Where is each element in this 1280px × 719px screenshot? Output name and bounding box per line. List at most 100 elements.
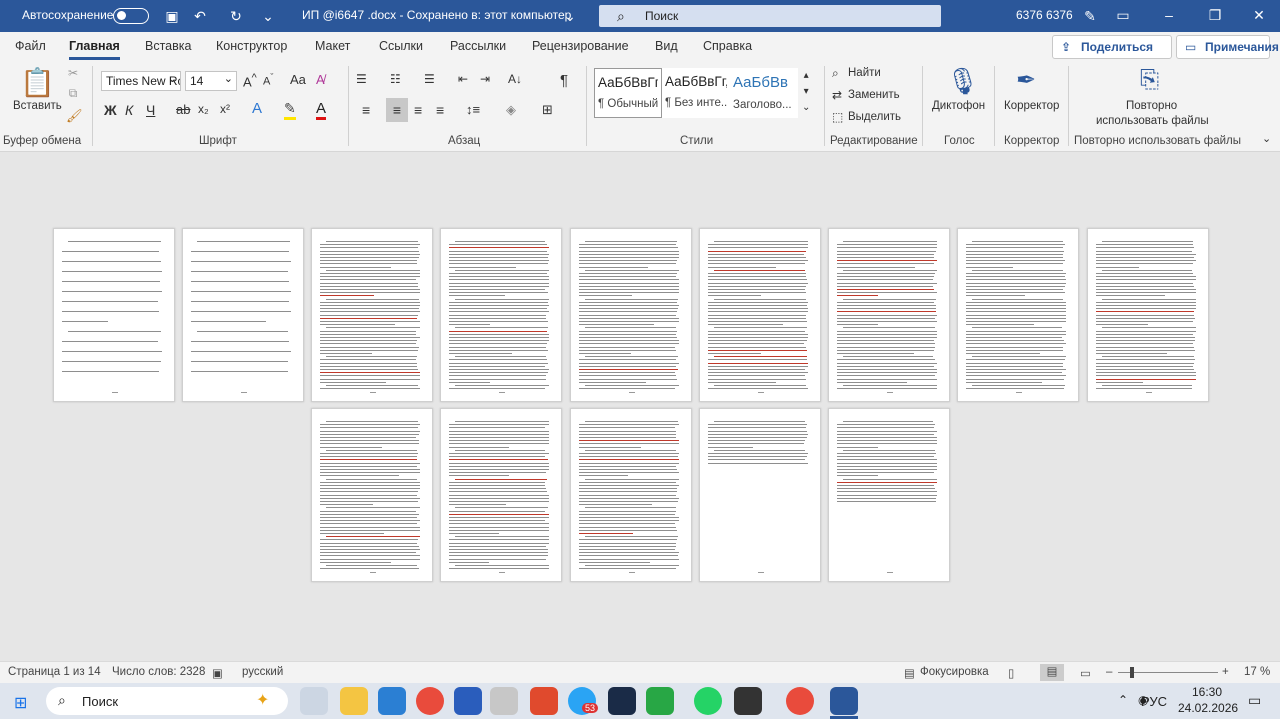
document-page[interactable] [182, 228, 304, 402]
cut-icon[interactable]: ✂ [66, 66, 80, 80]
tray-chevron-icon[interactable]: ⌃ [1118, 693, 1128, 707]
pen-icon[interactable]: ✎ [1080, 6, 1100, 26]
style-heading[interactable]: АаБбВв Заголово... [730, 68, 798, 118]
search-box[interactable]: ⌕ Поиск [599, 5, 941, 27]
microphone-icon[interactable]: 🎙 [946, 66, 979, 97]
undo-icon[interactable]: ↶ [190, 6, 210, 26]
document-page[interactable] [440, 228, 562, 402]
document-page[interactable] [957, 228, 1079, 402]
redo-icon[interactable]: ↻ [226, 6, 246, 26]
document-page[interactable] [828, 228, 950, 402]
close-button[interactable]: ✕ [1236, 0, 1280, 32]
language-indicator[interactable]: РУС [1141, 694, 1167, 709]
editor-label[interactable]: Корректор [1004, 100, 1059, 112]
replace-label[interactable]: Заменить [848, 89, 900, 101]
share-button[interactable]: ⇪ Поделиться [1052, 35, 1172, 59]
document-page[interactable] [570, 228, 692, 402]
copy-icon[interactable]: ⧉ [66, 86, 80, 101]
superscript-icon[interactable]: x² [220, 102, 230, 116]
tab-design[interactable]: Конструктор [216, 39, 287, 53]
editor-icon[interactable]: ✒ [1016, 66, 1036, 95]
print-layout-icon[interactable]: ▤ [1040, 664, 1064, 681]
select-icon[interactable]: ⬚ [832, 110, 843, 124]
find-icon[interactable]: ⌕ [832, 66, 839, 81]
word-icon[interactable] [830, 687, 858, 715]
bullets-icon[interactable]: ☰ [356, 72, 367, 86]
chrome-icon[interactable] [786, 687, 814, 715]
multilevel-list-icon[interactable]: ☰ [424, 72, 435, 86]
tab-home[interactable]: Главная [69, 39, 120, 60]
document-page[interactable] [699, 228, 821, 402]
style-normal[interactable]: АаБбВвГг, ¶ Обычный [594, 68, 662, 118]
read-mode-icon[interactable]: ▯ [1008, 666, 1014, 680]
taskbar-search[interactable]: ⌕ Поиск ✦ [46, 687, 288, 715]
whatsapp-icon[interactable] [694, 687, 722, 715]
zoom-level[interactable]: 17 % [1244, 666, 1270, 678]
zoom-slider-thumb[interactable] [1130, 667, 1134, 678]
paste-label[interactable]: Вставить [13, 100, 62, 112]
page-count[interactable]: Страница 1 из 14 [8, 666, 101, 678]
change-case-icon[interactable]: Aa [290, 72, 306, 87]
tab-file[interactable]: Файл [15, 39, 46, 53]
tab-view[interactable]: Вид [655, 39, 678, 53]
format-painter-icon[interactable]: 🖌 [66, 108, 83, 124]
tab-mailings[interactable]: Рассылки [450, 39, 506, 53]
collapse-ribbon-icon[interactable]: ⌄ [1262, 132, 1271, 145]
document-page[interactable] [570, 408, 692, 582]
zoom-in-icon[interactable]: + [1222, 666, 1229, 678]
replace-icon[interactable]: ⇄ [832, 88, 842, 102]
ribbon-display-icon[interactable]: ▭ [1100, 0, 1146, 32]
tab-help[interactable]: Справка [703, 39, 752, 53]
document-page[interactable] [311, 408, 433, 582]
user-name[interactable]: 6376 6376 [1016, 8, 1073, 22]
grow-font-icon[interactable]: A^ [243, 72, 257, 89]
numbering-icon[interactable]: ☷ [390, 72, 401, 86]
document-area[interactable] [0, 152, 1280, 661]
document-page[interactable] [311, 228, 433, 402]
comments-button[interactable]: ▭ Примечания [1176, 35, 1279, 59]
increase-indent-icon[interactable]: ⇥ [480, 72, 490, 86]
tab-layout[interactable]: Макет [315, 39, 350, 53]
clock-date[interactable]: 24.02.2026 [1178, 701, 1238, 715]
font-name-dropdown[interactable]: Times New Rc [101, 71, 181, 91]
sort-icon[interactable]: A↓ [508, 72, 522, 86]
select-label[interactable]: Выделить [848, 111, 901, 123]
focus-icon[interactable]: ▤ [904, 666, 915, 680]
focus-label[interactable]: Фокусировка [920, 666, 989, 678]
task-view-icon[interactable] [300, 687, 328, 715]
shading-icon[interactable]: ◈ [506, 102, 516, 118]
font-size-dropdown[interactable]: 14 [185, 71, 237, 91]
align-left-icon[interactable]: ≡ [362, 102, 370, 118]
zoom-out-icon[interactable]: – [1106, 666, 1112, 678]
yandex-icon[interactable] [530, 687, 558, 715]
autosave-toggle[interactable] [113, 8, 149, 24]
mail-icon[interactable] [378, 687, 406, 715]
document-page[interactable] [1087, 228, 1209, 402]
language[interactable]: русский [242, 666, 283, 678]
shrink-font-icon[interactable]: Aˇ [263, 72, 273, 88]
align-right-icon[interactable]: ≡ [414, 102, 422, 118]
word-count[interactable]: Число слов: 2328 [112, 666, 205, 678]
underline-icon[interactable]: Ч [146, 102, 155, 118]
tab-insert[interactable]: Вставка [145, 39, 191, 53]
document-page[interactable] [828, 408, 950, 582]
minimize-button[interactable]: – [1146, 0, 1192, 32]
settings-icon[interactable] [454, 687, 482, 715]
document-page[interactable] [699, 408, 821, 582]
reuse-label-line1[interactable]: Повторно [1126, 100, 1177, 112]
notifications-icon[interactable]: ▭ [1248, 692, 1261, 709]
tab-references[interactable]: Ссылки [379, 39, 423, 53]
app-icon[interactable] [608, 687, 636, 715]
styles-scroll-icon[interactable]: ▴ ▾ ⌄ [802, 68, 810, 116]
borders-icon[interactable]: ⊞ [542, 102, 553, 118]
show-marks-icon[interactable]: ¶ [560, 72, 568, 89]
justify-icon[interactable]: ≡ [436, 102, 444, 118]
tab-review[interactable]: Рецензирование [532, 39, 629, 53]
reuse-label-line2[interactable]: использовать файлы [1096, 115, 1209, 127]
customize-toolbar-icon[interactable]: ⌄ [258, 6, 278, 26]
dictation-label[interactable]: Диктофон [932, 100, 985, 112]
windows-start-icon[interactable]: ⊞ [14, 693, 27, 713]
file-explorer-icon[interactable] [340, 687, 368, 715]
align-center-icon[interactable]: ≡ [386, 98, 408, 122]
italic-icon[interactable]: К [125, 102, 133, 118]
